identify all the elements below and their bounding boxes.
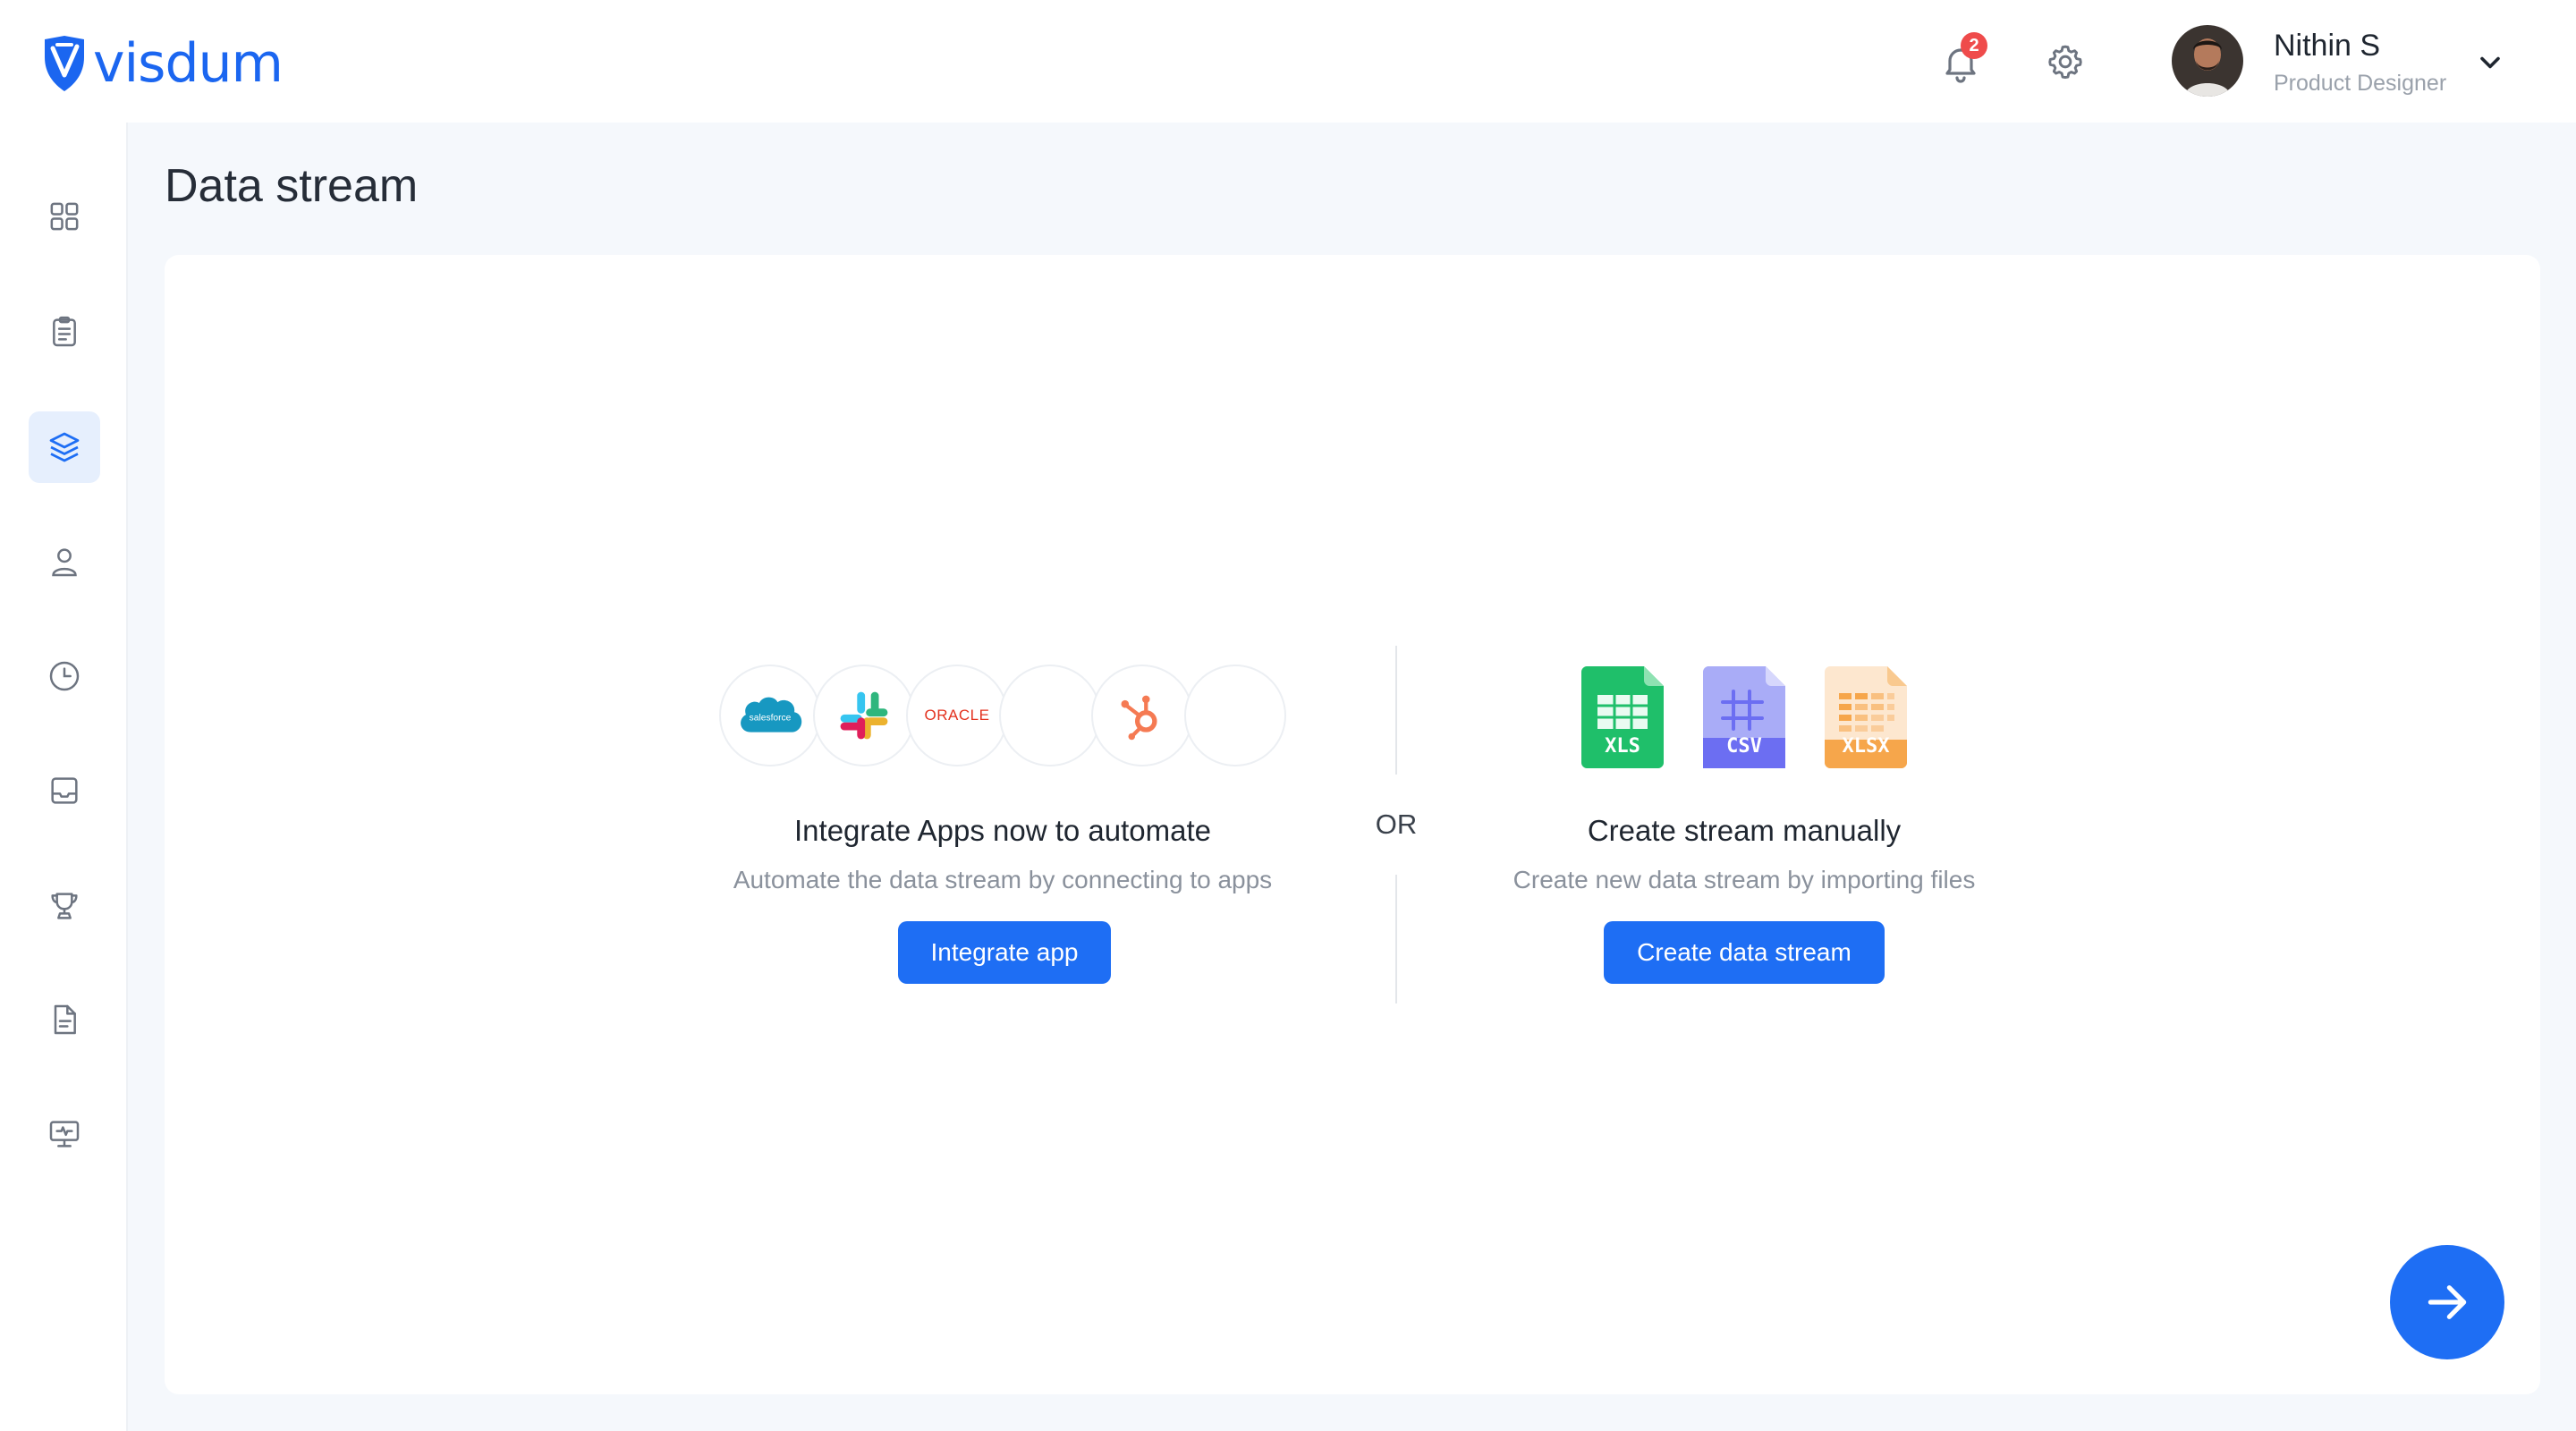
sidebar-item-documents[interactable] xyxy=(29,984,100,1055)
or-separator: OR xyxy=(1375,809,1418,840)
sidebar-item-dashboard[interactable] xyxy=(29,181,100,252)
sidebar-item-monitoring[interactable] xyxy=(29,1098,100,1170)
integrate-app-button[interactable]: Integrate app xyxy=(898,921,1111,984)
next-fab-button[interactable] xyxy=(2390,1245,2504,1359)
shield-logo-icon xyxy=(45,36,84,91)
notifications-button[interactable]: 2 xyxy=(1939,32,1987,84)
user-icon xyxy=(52,548,77,577)
manual-subtitle: Create new data stream by importing file… xyxy=(1513,866,1976,893)
oracle-logo-text: ORACLE xyxy=(924,707,990,724)
sidebar-nav xyxy=(0,123,128,1431)
xls-file-icon: XLS xyxy=(1581,666,1664,768)
chevron-down-icon xyxy=(2474,47,2506,79)
divider-top xyxy=(1395,646,1397,775)
sidebar-item-users[interactable] xyxy=(29,526,100,597)
divider-bottom xyxy=(1395,875,1397,1003)
top-header: visdum 2 Nithin S Product Designer xyxy=(0,0,2576,123)
sidebar-item-data-stream[interactable] xyxy=(29,411,100,483)
svg-text:salesforce: salesforce xyxy=(750,714,792,724)
integrate-subtitle: Automate the data stream by connecting t… xyxy=(733,866,1273,893)
user-name: Nithin S xyxy=(2274,29,2381,63)
xlsx-file-label: XLSX xyxy=(1842,735,1890,758)
create-data-stream-button[interactable]: Create data stream xyxy=(1604,921,1885,984)
grid-icon xyxy=(50,202,79,231)
blank-app-circle xyxy=(1184,665,1286,766)
csv-file-label: CSV xyxy=(1726,735,1762,758)
avatar xyxy=(2172,25,2243,97)
user-role: Product Designer xyxy=(2274,71,2447,96)
layers-icon xyxy=(49,432,80,462)
xlsx-file-icon: XLSX xyxy=(1825,666,1907,768)
monitor-icon xyxy=(49,1121,80,1147)
xls-file-label: XLS xyxy=(1605,735,1640,758)
slack-logo-icon xyxy=(813,665,915,766)
notification-badge: 2 xyxy=(1961,32,1987,59)
blank-app-circle xyxy=(999,665,1101,766)
salesforce-logo-icon: salesforce xyxy=(719,665,821,766)
page-title: Data stream xyxy=(165,160,419,212)
clock-icon xyxy=(49,661,80,691)
csv-file-icon: CSV xyxy=(1703,666,1785,768)
sidebar-item-inbox[interactable] xyxy=(29,755,100,826)
clipboard-icon xyxy=(53,316,76,347)
sidebar-item-tasks[interactable] xyxy=(29,296,100,368)
sidebar-item-history[interactable] xyxy=(29,640,100,712)
trophy-icon xyxy=(51,893,78,919)
gear-icon xyxy=(2048,45,2082,80)
brand-logo[interactable]: visdum xyxy=(41,32,284,95)
inbox-icon xyxy=(51,777,78,804)
oracle-logo-icon: ORACLE xyxy=(906,665,1008,766)
integrate-title: Integrate Apps now to automate xyxy=(794,814,1211,847)
arrow-right-icon xyxy=(2428,1285,2467,1319)
avatar-photo xyxy=(2172,25,2243,97)
manual-title: Create stream manually xyxy=(1587,814,1902,847)
document-icon xyxy=(54,1004,76,1035)
brand-name: visdum xyxy=(93,32,284,95)
sidebar-item-rewards[interactable] xyxy=(29,870,100,942)
hubspot-logo-icon xyxy=(1091,665,1193,766)
settings-button[interactable] xyxy=(2046,42,2085,81)
user-profile-menu[interactable]: Nithin S Product Designer xyxy=(2172,25,2515,100)
